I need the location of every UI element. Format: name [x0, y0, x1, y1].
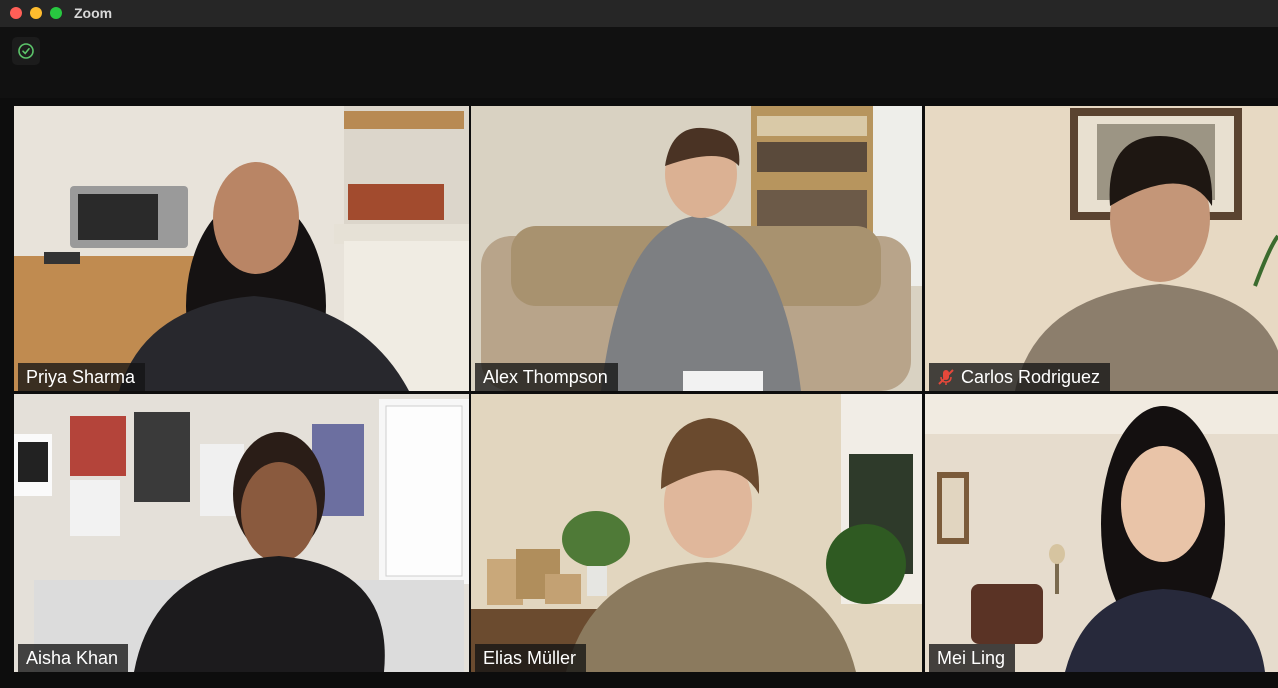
- video-tile-alex-thompson[interactable]: Alex Thompson: [471, 106, 922, 391]
- shield-check-icon[interactable]: [12, 37, 40, 65]
- video-feed: [14, 106, 469, 391]
- video-tile-aisha-khan[interactable]: Aisha Khan: [14, 394, 469, 672]
- maximize-window-button[interactable]: [50, 7, 62, 19]
- video-feed: [925, 394, 1278, 672]
- video-tile-priya-sharma[interactable]: Priya Sharma: [14, 106, 469, 391]
- video-feed: [14, 394, 469, 672]
- video-feed: [925, 106, 1278, 391]
- participant-name: Priya Sharma: [26, 366, 136, 387]
- window-title: Zoom: [74, 5, 113, 21]
- participant-nameplate: Carlos Rodriguez: [929, 363, 1111, 391]
- participant-name: Mei Ling: [937, 647, 1006, 668]
- participant-name: Carlos Rodriguez: [961, 366, 1101, 387]
- minimize-window-button[interactable]: [30, 7, 42, 19]
- participant-nameplate: Elias Müller: [475, 644, 587, 672]
- video-tile-elias-muller[interactable]: Elias Müller: [471, 394, 922, 672]
- video-feed: [471, 106, 922, 391]
- participant-nameplate: Aisha Khan: [18, 644, 129, 672]
- participant-nameplate: Alex Thompson: [475, 363, 618, 391]
- participant-nameplate: Mei Ling: [929, 644, 1016, 672]
- participant-name: Aisha Khan: [26, 647, 119, 668]
- participant-name: Alex Thompson: [483, 366, 608, 387]
- microphone-muted-icon: [938, 369, 954, 385]
- video-tile-carlos-rodriguez[interactable]: Carlos Rodriguez: [925, 106, 1278, 391]
- meeting-top-bar: [0, 28, 1278, 98]
- window-titlebar: Zoom: [0, 0, 1278, 28]
- close-window-button[interactable]: [10, 7, 22, 19]
- participant-name: Elias Müller: [483, 647, 577, 668]
- video-tile-mei-ling[interactable]: Mei Ling: [925, 394, 1278, 672]
- video-feed: [471, 394, 922, 672]
- participant-nameplate: Priya Sharma: [18, 363, 146, 391]
